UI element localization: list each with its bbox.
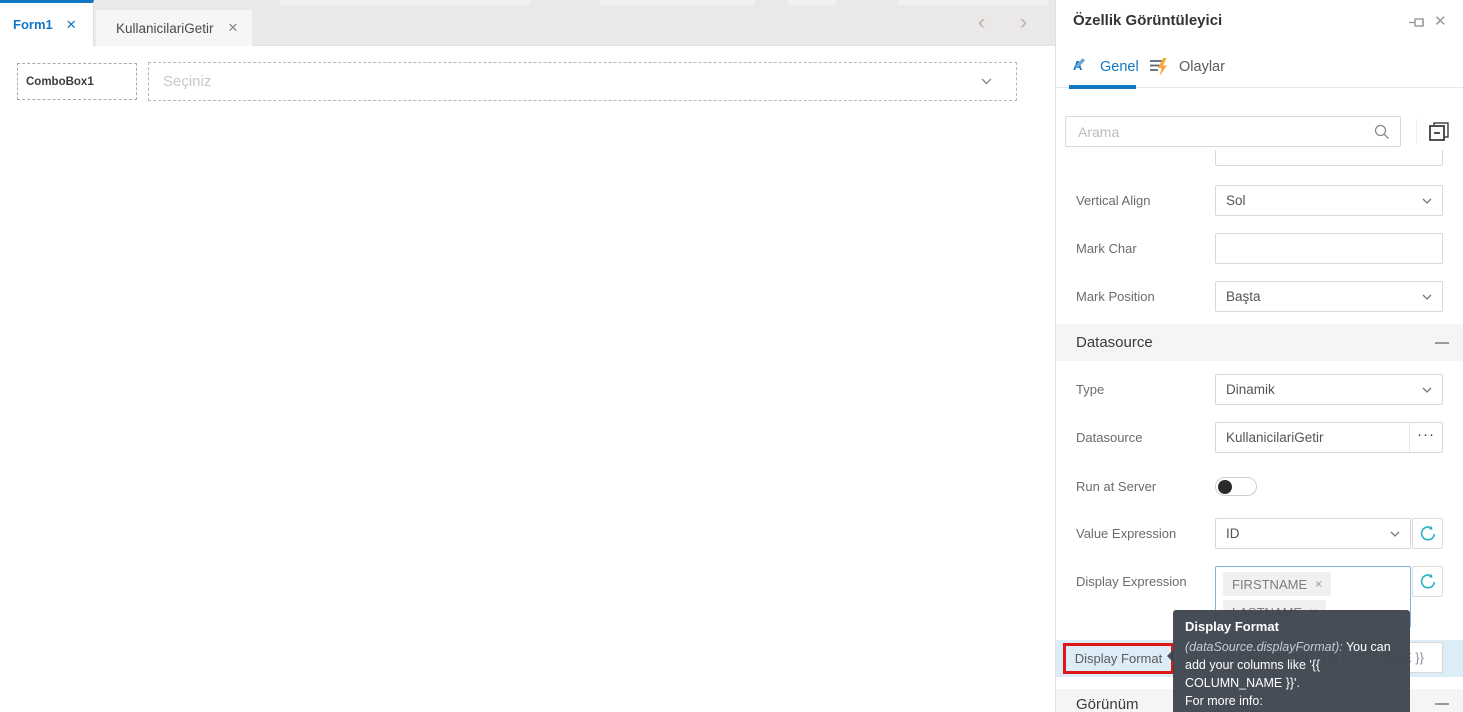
prop-label-mark-position: Mark Position xyxy=(1076,289,1155,304)
prop-label-display-format: Display Format xyxy=(1074,651,1163,666)
tag-firstname: FIRSTNAME × xyxy=(1223,572,1332,596)
datasource-value: KullanicilariGetir xyxy=(1226,430,1324,445)
tab-scroll-prev-icon[interactable]: ‹ xyxy=(978,10,985,36)
search-input[interactable] xyxy=(1066,117,1400,146)
annotation-red-box: Display Format xyxy=(1063,643,1174,674)
document-tabbar: Form1 ✕ KullanicilariGetir ✕ ‹ › xyxy=(0,0,1055,46)
pin-icon[interactable] xyxy=(1408,14,1426,32)
toolbar-fragment xyxy=(280,0,530,5)
prop-label-value-expression: Value Expression xyxy=(1076,526,1177,541)
prop-label-vertical-align: Vertical Align xyxy=(1076,193,1151,208)
prop-label-run-at-server: Run at Server xyxy=(1076,479,1157,494)
close-icon[interactable]: ✕ xyxy=(1434,12,1447,30)
datasource-input-group[interactable]: KullanicilariGetir ··· xyxy=(1215,422,1443,453)
tab-olaylar[interactable]: Olaylar xyxy=(1149,57,1225,76)
tab-genel[interactable]: A Genel xyxy=(1073,57,1139,76)
value-expression-select[interactable]: ID xyxy=(1215,518,1411,549)
refresh-icon xyxy=(1420,573,1435,588)
tab-kullanicilarigetir-label: KullanicilariGetir xyxy=(116,20,214,36)
prop-label-display-expression: Display Expression xyxy=(1076,574,1187,589)
tooltip-arrow xyxy=(1167,650,1173,662)
mark-position-value: Başta xyxy=(1226,289,1261,304)
search-icon xyxy=(1374,124,1389,139)
type-value: Dinamik xyxy=(1226,382,1275,397)
combobox-placeholder: Seçiniz xyxy=(163,73,212,90)
panel-title: Özellik Görüntüleyici xyxy=(1073,12,1223,29)
app-window: Form1 ✕ KullanicilariGetir ✕ ‹ › ComboBo… xyxy=(0,0,1463,712)
toggle-knob xyxy=(1218,479,1232,494)
collapse-section-icon[interactable] xyxy=(1435,703,1449,705)
tooltip-title: Display Format xyxy=(1185,619,1279,634)
form-design-canvas: ComboBox1 Seçiniz xyxy=(0,47,1055,712)
tooltip-body: (dataSource.displayFormat): You can add … xyxy=(1185,638,1398,692)
tab-olaylar-label: Olaylar xyxy=(1179,58,1225,75)
toolbar-fragment xyxy=(600,0,755,5)
tab-scroll-next-icon[interactable]: › xyxy=(1020,10,1027,36)
chevron-down-icon xyxy=(981,78,992,85)
tab-form1-label: Form1 xyxy=(13,17,53,32)
edit-a-icon: A xyxy=(1073,58,1085,73)
datasource-browse-button[interactable]: ··· xyxy=(1409,423,1442,452)
clipped-field[interactable] xyxy=(1215,150,1443,166)
tab-close-icon[interactable]: ✕ xyxy=(66,17,77,33)
tooltip-property-ref: (dataSource.displayFormat): xyxy=(1185,640,1343,654)
tag-firstname-label: FIRSTNAME xyxy=(1232,576,1308,592)
vertical-align-value: Sol xyxy=(1226,193,1246,208)
property-viewer-panel: Özellik Görüntüleyici ✕ A Genel xyxy=(1056,0,1463,712)
value-expression-refresh-button[interactable] xyxy=(1412,518,1443,549)
tooltip-more-info: For more info: xyxy=(1185,694,1263,708)
combobox-caption-widget[interactable]: ComboBox1 xyxy=(17,63,137,100)
run-at-server-toggle[interactable] xyxy=(1215,477,1257,496)
chevron-down-icon xyxy=(1422,387,1432,393)
vertical-align-select[interactable]: Sol xyxy=(1215,185,1443,216)
prop-label-mark-char: Mark Char xyxy=(1076,241,1137,256)
mark-char-input[interactable] xyxy=(1215,233,1443,264)
collapse-all-icon[interactable] xyxy=(1427,120,1451,144)
tab-close-icon[interactable]: ✕ xyxy=(228,20,239,36)
combobox-widget[interactable]: Seçiniz xyxy=(148,62,1017,101)
remove-tag-icon[interactable]: × xyxy=(1315,577,1322,591)
display-format-tooltip: Display Format (dataSource.displayFormat… xyxy=(1167,610,1410,712)
property-search[interactable] xyxy=(1065,116,1401,147)
value-expression-value: ID xyxy=(1226,526,1240,541)
display-expression-refresh-button[interactable] xyxy=(1412,566,1443,597)
refresh-icon xyxy=(1420,525,1435,540)
prop-label-type: Type xyxy=(1076,382,1105,397)
chevron-down-icon xyxy=(1422,198,1432,204)
section-datasource-title: Datasource xyxy=(1076,334,1153,351)
section-header-datasource[interactable]: Datasource xyxy=(1056,324,1463,361)
toolbar-fragment xyxy=(788,0,836,5)
type-select[interactable]: Dinamik xyxy=(1215,374,1443,405)
collapse-section-icon[interactable] xyxy=(1435,341,1449,344)
mark-position-select[interactable]: Başta xyxy=(1215,281,1443,312)
tab-kullanicilarigetir[interactable]: KullanicilariGetir ✕ xyxy=(95,9,253,46)
events-lightning-icon xyxy=(1150,58,1167,76)
active-tab-indicator xyxy=(1069,85,1136,89)
chevron-down-icon xyxy=(1390,531,1400,537)
tab-form1[interactable]: Form1 ✕ xyxy=(0,0,94,46)
tab-genel-label: Genel xyxy=(1100,58,1139,75)
combobox-caption-text: ComboBox1 xyxy=(26,75,94,88)
chevron-down-icon xyxy=(1422,294,1432,300)
prop-label-datasource: Datasource xyxy=(1076,430,1143,445)
toolbar-fragment xyxy=(898,0,1048,5)
toolbar-separator xyxy=(1416,119,1417,144)
